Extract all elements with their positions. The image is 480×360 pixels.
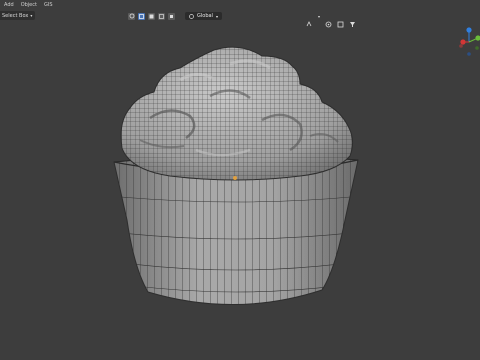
mode-icon[interactable]	[128, 12, 135, 20]
select-mode-subtract-icon[interactable]	[158, 12, 165, 20]
menu-add[interactable]: Add	[4, 2, 14, 8]
select-mode-new-icon[interactable]	[138, 12, 145, 20]
gizmo-y-axis-icon[interactable]	[475, 35, 480, 41]
transform-orientation-label: Global	[197, 13, 213, 19]
blender-app: Add Object GIS Select Box ▾ Global ▾ ▾	[0, 0, 480, 360]
filter-icon[interactable]	[349, 13, 356, 27]
select-mode-intersect-icon[interactable]	[168, 12, 175, 20]
overlays-icon[interactable]	[337, 13, 344, 27]
chevron-down-icon: ▾	[30, 13, 33, 18]
transform-orientation-dropdown[interactable]: Global ▾	[185, 12, 222, 20]
viewport-right-tools: ▾	[306, 10, 366, 27]
gizmo-neg-z-icon[interactable]	[467, 52, 471, 56]
select-mode-extend-icon[interactable]	[148, 12, 155, 20]
muffin-top	[120, 46, 354, 181]
select-mode-label: Select Box	[2, 12, 29, 19]
menu-gis[interactable]: GIS	[44, 2, 53, 8]
menu-object[interactable]: Object	[21, 2, 37, 8]
object-origin-dot	[233, 176, 237, 180]
chevron-down-icon: ▾	[215, 13, 218, 19]
proportional-editing-icon[interactable]	[325, 13, 332, 27]
gizmo-z-axis-icon[interactable]	[466, 27, 472, 33]
gizmo-neg-x-icon[interactable]	[475, 46, 479, 50]
select-mode-dropdown[interactable]: Select Box ▾	[0, 11, 36, 20]
navigation-gizmo[interactable]	[458, 26, 480, 62]
viewport-3d[interactable]	[0, 0, 480, 360]
gizmo-x-axis-icon[interactable]	[460, 39, 466, 45]
header-menubar: Add Object GIS	[0, 0, 124, 10]
gizmo-neg-y-icon[interactable]	[459, 44, 463, 48]
orientation-icon	[189, 13, 194, 19]
snap-icon[interactable]	[306, 13, 313, 26]
snap-chevron-icon[interactable]: ▾	[318, 14, 320, 19]
